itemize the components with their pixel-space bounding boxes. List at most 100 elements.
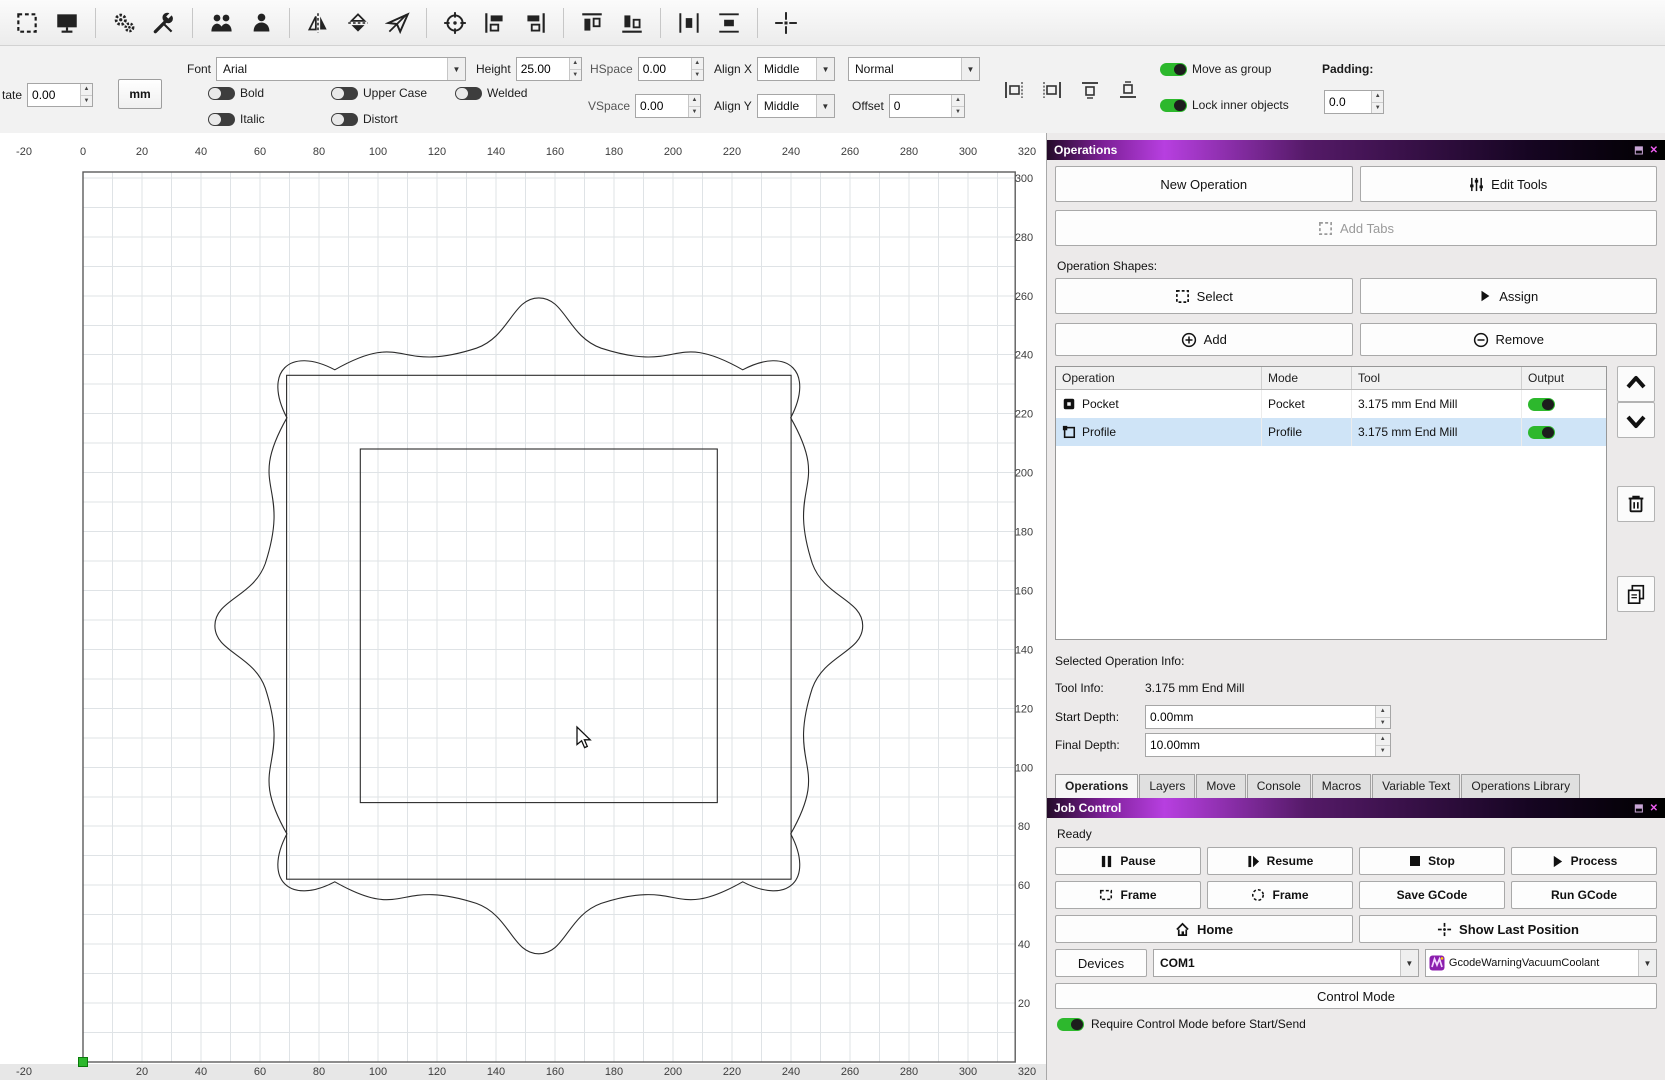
remove-shape-button[interactable]: Remove — [1360, 323, 1658, 356]
vspace-spinner[interactable]: ▲▼ — [635, 94, 701, 118]
move-down-button[interactable] — [1617, 402, 1655, 438]
spinner-arrows[interactable]: ▲▼ — [1371, 91, 1383, 113]
settings-gears-icon[interactable] — [105, 4, 143, 42]
tab-layers[interactable]: Layers — [1139, 774, 1195, 798]
control-mode-button[interactable]: Control Mode — [1055, 983, 1657, 1009]
operation-row[interactable]: PocketPocket3.175 mm End Mill — [1056, 390, 1606, 418]
add-shape-button[interactable]: Add — [1055, 323, 1353, 356]
spinner-arrows[interactable]: ▲▼ — [80, 84, 92, 106]
resume-button[interactable]: Resume — [1207, 847, 1353, 875]
lock-inner-objects-toggle[interactable] — [1160, 99, 1187, 112]
center-target-icon[interactable] — [436, 4, 474, 42]
float-panel-icon[interactable]: ⬒ — [1634, 803, 1643, 814]
uppercase-toggle[interactable] — [331, 87, 358, 100]
bold-toggle[interactable] — [208, 87, 235, 100]
font-combo[interactable]: Arial▼ — [216, 57, 466, 81]
output-toggle[interactable] — [1528, 426, 1555, 439]
home-button[interactable]: Home — [1055, 915, 1353, 943]
show-last-position-button[interactable]: Show Last Position — [1359, 915, 1657, 943]
float-panel-icon[interactable]: ⬒ — [1634, 145, 1643, 156]
close-panel-icon[interactable]: ✕ — [1650, 803, 1658, 814]
align-objects-bottom-icon[interactable] — [1116, 78, 1140, 102]
mirror-horizontal-icon[interactable] — [299, 4, 337, 42]
tab-macros[interactable]: Macros — [1312, 774, 1371, 798]
position-crosshair-icon[interactable] — [767, 4, 805, 42]
align-right-icon[interactable] — [516, 4, 554, 42]
require-control-mode-row[interactable]: Require Control Mode before Start/Send — [1055, 1017, 1657, 1031]
frame-rect-button[interactable]: Frame — [1055, 881, 1201, 909]
run-gcode-button[interactable]: Run GCode — [1511, 881, 1657, 909]
port-combo[interactable]: COM1 ▼ — [1153, 949, 1419, 977]
delete-operation-button[interactable] — [1617, 486, 1655, 522]
spinner-arrows[interactable]: ▲▼ — [1375, 706, 1390, 728]
distribute-vertical-icon[interactable] — [710, 4, 748, 42]
hspace-input[interactable] — [639, 58, 691, 80]
design-canvas[interactable]: -200204060801001201401601802002202402602… — [0, 133, 1046, 1080]
edit-tools-button[interactable]: Edit Tools — [1360, 166, 1658, 202]
padding-spinner[interactable]: ▲▼ — [1324, 90, 1384, 114]
tab-console[interactable]: Console — [1247, 774, 1311, 798]
alignx-combo[interactable]: Middle▼ — [757, 57, 835, 81]
height-input[interactable] — [517, 58, 569, 80]
distribute-horizontal-icon[interactable] — [670, 4, 708, 42]
final-depth-spinner[interactable]: ▲▼ — [1145, 733, 1391, 757]
distort-toggle-row[interactable]: Distort — [331, 112, 398, 126]
hspace-spinner[interactable]: ▲▼ — [638, 57, 704, 81]
select-shapes-button[interactable]: Select — [1055, 278, 1353, 314]
start-depth-spinner[interactable]: ▲▼ — [1145, 705, 1391, 729]
frame-circle-button[interactable]: Frame — [1207, 881, 1353, 909]
require-control-mode-toggle[interactable] — [1057, 1018, 1084, 1031]
machine-view-icon[interactable] — [48, 4, 86, 42]
group-objects-icon[interactable] — [202, 4, 240, 42]
pause-button[interactable]: Pause — [1055, 847, 1201, 875]
bold-toggle-row[interactable]: Bold — [208, 86, 264, 100]
output-toggle[interactable] — [1528, 398, 1555, 411]
style-combo[interactable]: Normal▼ — [848, 57, 980, 81]
align-objects-right-icon[interactable] — [1040, 78, 1064, 102]
distort-toggle[interactable] — [331, 113, 358, 126]
tab-variable-text[interactable]: Variable Text — [1372, 774, 1460, 798]
operations-panel-title[interactable]: Operations ⬒ ✕ — [1047, 140, 1665, 160]
tab-move[interactable]: Move — [1196, 774, 1245, 798]
final-depth-input[interactable] — [1146, 734, 1375, 756]
spinner-arrows[interactable]: ▲▼ — [688, 95, 700, 117]
aligny-combo[interactable]: Middle▼ — [757, 94, 835, 118]
devices-button[interactable]: Devices — [1055, 949, 1147, 977]
save-gcode-button[interactable]: Save GCode — [1359, 881, 1505, 909]
move-as-group-row[interactable]: Move as group — [1160, 62, 1271, 76]
tab-operations[interactable]: Operations — [1055, 774, 1138, 798]
workspace-svg[interactable]: -200204060801001201401601802002202402602… — [0, 133, 1046, 1080]
offset-spinner[interactable]: ▲▼ — [889, 94, 965, 118]
spinner-arrows[interactable]: ▲▼ — [569, 58, 581, 80]
italic-toggle-row[interactable]: Italic — [208, 112, 265, 126]
stop-button[interactable]: Stop — [1359, 847, 1505, 875]
welded-toggle-row[interactable]: Welded — [455, 86, 527, 100]
mirror-vertical-icon[interactable] — [339, 4, 377, 42]
move-up-button[interactable] — [1617, 366, 1655, 402]
process-button[interactable]: Process — [1511, 847, 1657, 875]
align-left-icon[interactable] — [476, 4, 514, 42]
start-depth-input[interactable] — [1146, 706, 1375, 728]
send-to-machine-icon[interactable] — [379, 4, 417, 42]
operation-row[interactable]: ProfileProfile3.175 mm End Mill — [1056, 418, 1606, 446]
vspace-input[interactable] — [636, 95, 688, 117]
tab-operations-library[interactable]: Operations Library — [1461, 774, 1580, 798]
align-top-icon[interactable] — [573, 4, 611, 42]
units-button[interactable]: mm — [118, 79, 162, 109]
job-control-panel-title[interactable]: Job Control ⬒ ✕ — [1047, 798, 1665, 818]
height-spinner[interactable]: ▲▼ — [516, 57, 582, 81]
italic-toggle[interactable] — [208, 113, 235, 126]
lock-inner-objects-row[interactable]: Lock inner objects — [1160, 98, 1289, 112]
tools-wrench-icon[interactable] — [145, 4, 183, 42]
align-objects-left-icon[interactable] — [1002, 78, 1026, 102]
new-operation-button[interactable]: New Operation — [1055, 166, 1353, 202]
ungroup-object-icon[interactable] — [242, 4, 280, 42]
move-as-group-toggle[interactable] — [1160, 63, 1187, 76]
add-tabs-button[interactable]: Add Tabs — [1055, 210, 1657, 246]
assign-shapes-button[interactable]: Assign — [1360, 278, 1658, 314]
spinner-arrows[interactable]: ▲▼ — [951, 95, 964, 117]
offset-input[interactable] — [890, 95, 951, 117]
spinner-arrows[interactable]: ▲▼ — [1375, 734, 1390, 756]
close-panel-icon[interactable]: ✕ — [1650, 145, 1658, 156]
rotate-input[interactable] — [28, 84, 80, 106]
